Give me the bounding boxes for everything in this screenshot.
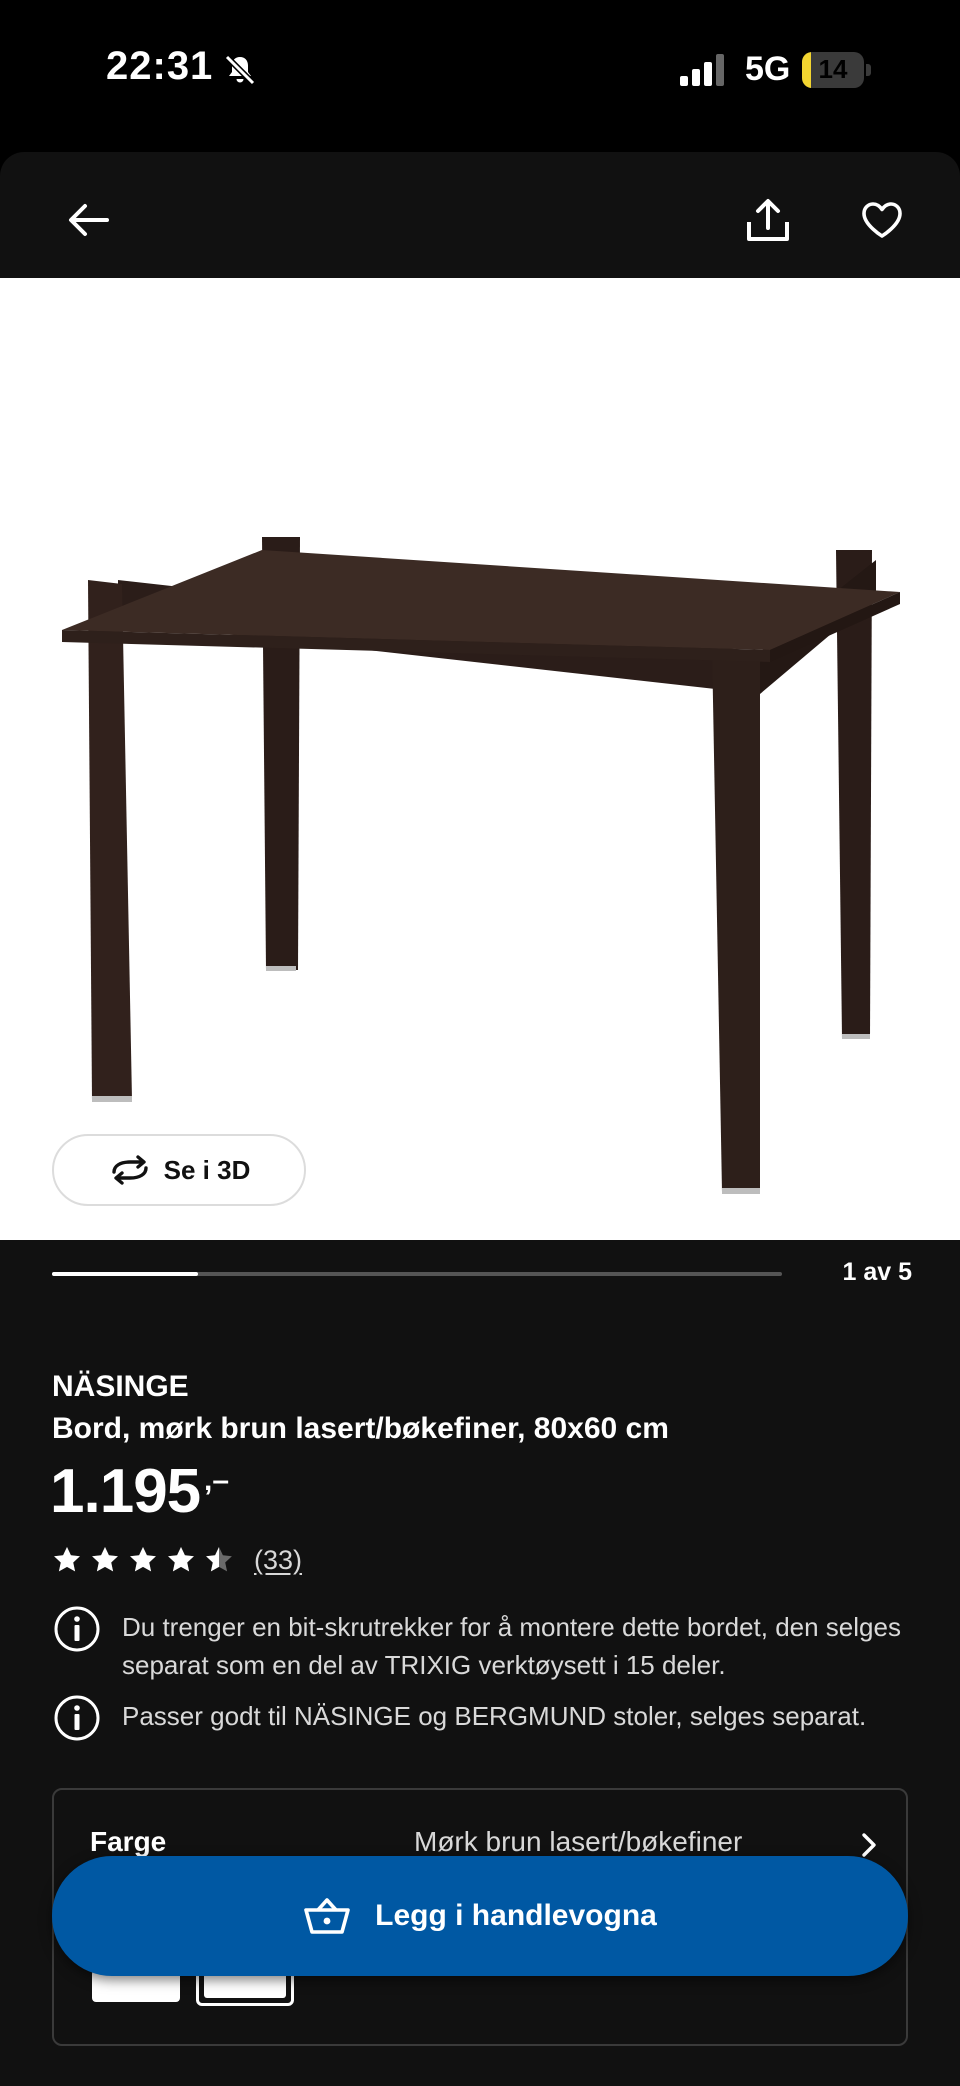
star-full-icon — [130, 1547, 156, 1572]
share-icon — [747, 199, 789, 241]
star-full-icon — [54, 1547, 80, 1572]
star-half-icon — [206, 1547, 232, 1572]
carousel-progress-fill — [52, 1272, 198, 1276]
rotate-icon — [111, 1155, 148, 1185]
product-description: Bord, mørk brun lasert/bøkefiner, 80x60 … — [52, 1412, 669, 1445]
rating-stars — [52, 1545, 242, 1575]
product-image[interactable]: Se i 3D — [0, 278, 960, 1240]
back-button[interactable] — [56, 192, 120, 248]
product-brand: NÄSINGE — [52, 1370, 189, 1403]
info-icon — [54, 1606, 100, 1652]
battery-percent: 14 — [818, 54, 848, 84]
cellular-signal-icon — [680, 54, 724, 86]
arrow-left-icon — [69, 204, 109, 236]
notice-chairs: Passer godt til NÄSINGE og BERGMUND stol… — [52, 1695, 932, 1743]
color-value: Mørk brun lasert/bøkefiner — [414, 1826, 743, 1857]
status-time: 22:31 — [106, 44, 214, 88]
review-count-link[interactable]: (33) — [254, 1545, 302, 1576]
status-bar: 22:31 5G 14 — [0, 0, 960, 150]
product-price: 1.195 — [50, 1457, 201, 1526]
star-full-icon — [168, 1547, 194, 1572]
product-sheet: Se i 3D 1 av 5 NÄSINGE Bord, mørk brun l… — [0, 152, 960, 2086]
star-full-icon — [92, 1547, 118, 1572]
battery-indicator: 14 — [802, 52, 872, 88]
network-type: 5G — [745, 50, 791, 88]
info-icon — [54, 1695, 100, 1741]
share-button[interactable] — [738, 190, 798, 250]
notice-chairs-text: Passer godt til NÄSINGE og BERGMUND stol… — [122, 1701, 867, 1731]
price-suffix: ,– — [204, 1464, 230, 1497]
image-counter: 1 av 5 — [842, 1258, 912, 1286]
table-illustration — [62, 537, 900, 1194]
view-3d-button[interactable]: Se i 3D — [52, 1134, 306, 1206]
color-label: Farge — [90, 1826, 167, 1857]
basket-icon — [304, 1898, 350, 1934]
carousel-progress — [52, 1272, 782, 1276]
heart-icon — [862, 202, 902, 238]
notice-tool-text: Du trenger en bit-skrutrekker for å mont… — [122, 1612, 901, 1680]
notice-tool: Du trenger en bit-skrutrekker for å mont… — [52, 1606, 932, 1684]
bell-muted-icon — [224, 54, 256, 86]
chevron-right-icon — [862, 1833, 876, 1857]
rating[interactable]: (33) — [52, 1542, 302, 1578]
add-to-cart-button[interactable]: Legg i handlevogna — [52, 1856, 908, 1976]
add-to-cart-label: Legg i handlevogna — [375, 1899, 657, 1932]
favorite-button[interactable] — [852, 190, 912, 250]
view-3d-label: Se i 3D — [163, 1154, 251, 1185]
top-bar — [0, 152, 960, 278]
